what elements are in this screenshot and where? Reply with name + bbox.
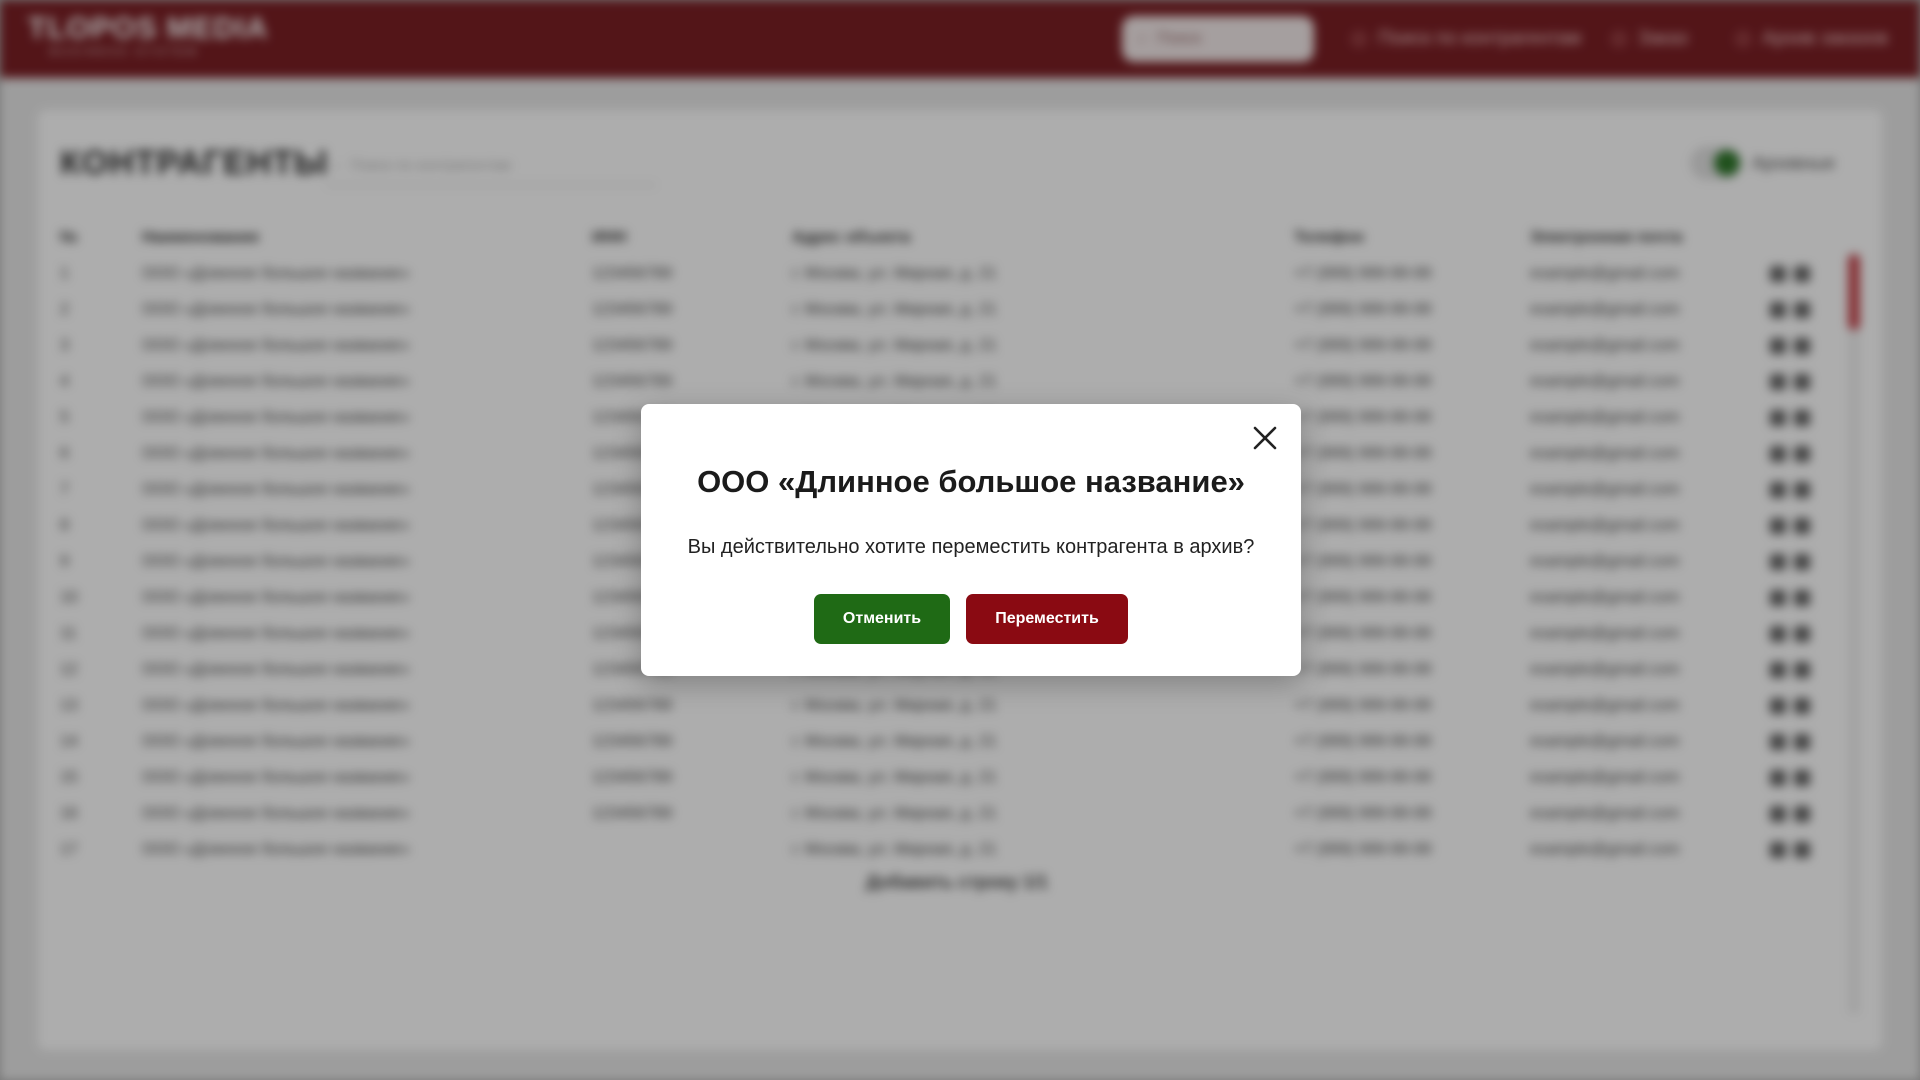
dialog-message: Вы действительно хотите переместить конт… xyxy=(687,536,1255,558)
dialog-actions: Отменить Переместить xyxy=(641,594,1301,644)
close-button[interactable] xyxy=(1247,420,1283,456)
archive-confirm-dialog: ООО «Длинное большое название» Вы действ… xyxy=(641,404,1301,676)
move-to-archive-button[interactable]: Переместить xyxy=(966,594,1128,644)
dialog-title: ООО «Длинное большое название» xyxy=(697,464,1245,499)
close-icon xyxy=(1253,426,1277,450)
cancel-button[interactable]: Отменить xyxy=(814,594,950,644)
